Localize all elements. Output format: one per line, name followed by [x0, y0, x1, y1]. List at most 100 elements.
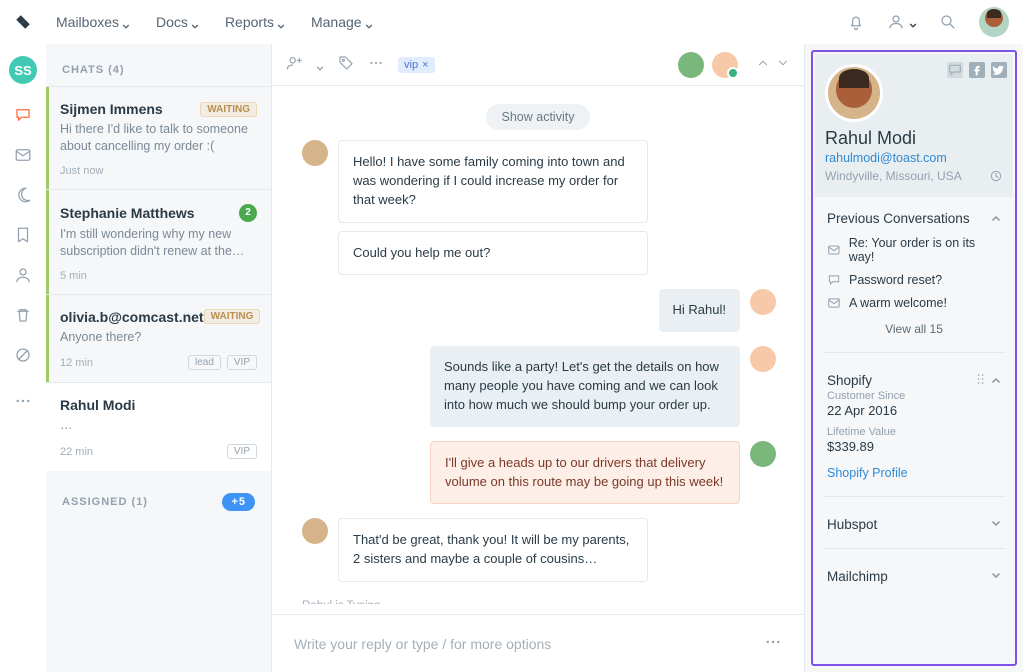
composer-more-icon[interactable]: [764, 633, 782, 654]
current-user-avatar[interactable]: [979, 7, 1009, 37]
shopify-profile-link[interactable]: Shopify Profile: [827, 466, 908, 480]
tag-icon[interactable]: [338, 55, 354, 74]
trash-icon[interactable]: [14, 306, 32, 324]
participant-avatar[interactable]: [678, 52, 704, 78]
tag-chip[interactable]: vip×: [398, 57, 435, 73]
chat-item[interactable]: olivia.b@comcast.netWAITING Anyone there…: [46, 294, 271, 383]
block-icon[interactable]: [14, 346, 32, 364]
facebook-icon[interactable]: [969, 62, 985, 78]
check-icon: [727, 67, 739, 79]
composer: [272, 615, 804, 672]
app-logo[interactable]: [14, 13, 32, 31]
panel-title[interactable]: Shopify: [827, 373, 1001, 388]
chat-item-active[interactable]: Rahul Modi … 22 minVIP: [46, 382, 271, 471]
chevron-down-icon: [991, 517, 1001, 532]
top-nav: Mailboxes Docs Reports Manage: [56, 14, 373, 30]
moon-icon[interactable]: [14, 186, 32, 204]
unread-count-badge: 2: [239, 204, 257, 222]
typing-indicator: Rahul is Typing…: [302, 600, 776, 604]
person-icon[interactable]: [14, 266, 32, 284]
workspace-avatar[interactable]: SS: [9, 56, 37, 84]
close-icon[interactable]: ×: [422, 59, 428, 71]
nav-reports[interactable]: Reports: [225, 14, 285, 30]
panel-title[interactable]: Previous Conversations: [827, 211, 1001, 226]
chevron-down-icon: [122, 18, 130, 26]
shopify-panel: Shopify Customer Since22 Apr 2016 Lifeti…: [815, 359, 1013, 490]
chevron-up-icon: [991, 211, 1001, 226]
conversation-toolbar: vip×: [272, 44, 804, 86]
customer-avatar-large: [825, 64, 883, 122]
message-bubble: Sounds like a party! Let's get the detai…: [430, 346, 740, 427]
notifications-icon[interactable]: [847, 13, 865, 31]
search-icon[interactable]: [939, 13, 957, 31]
chat-list-pane: CHATS (4) Sijmen ImmensWAITING Hi there …: [46, 44, 271, 672]
chat-list-header: CHATS (4): [46, 44, 271, 86]
internal-note-bubble: I'll give a heads up to our drivers that…: [430, 441, 740, 505]
chevron-down-icon: [277, 18, 285, 26]
chevron-up-icon: [991, 373, 1001, 388]
bookmark-icon[interactable]: [14, 226, 32, 244]
participants: [678, 52, 790, 78]
users-dropdown[interactable]: [887, 13, 917, 31]
nav-manage[interactable]: Manage: [311, 14, 373, 30]
customer-location: Windyville, Missouri, USA: [825, 169, 962, 183]
customer-since: Customer Since22 Apr 2016: [827, 390, 1001, 418]
message-bubble: Hello! I have some family coming into to…: [338, 140, 648, 223]
details-pane: Rahul Modi rahulmodi@toast.com Windyvill…: [804, 44, 1023, 672]
reply-input[interactable]: [294, 636, 764, 652]
topbar: Mailboxes Docs Reports Manage: [0, 0, 1023, 44]
inbox-icon[interactable]: [14, 146, 32, 164]
more-icon[interactable]: [14, 392, 32, 410]
agent-avatar: [750, 441, 776, 467]
chat-item[interactable]: Sijmen ImmensWAITING Hi there I'd like t…: [46, 86, 271, 189]
hubspot-panel[interactable]: Hubspot: [815, 503, 1013, 542]
show-activity-button[interactable]: Show activity: [486, 104, 591, 130]
nav-mailboxes[interactable]: Mailboxes: [56, 14, 130, 30]
more-icon[interactable]: [368, 55, 384, 74]
prev-convo-item[interactable]: Re: Your order is on its way!: [827, 236, 1001, 264]
view-all-link[interactable]: View all 15: [827, 322, 1001, 336]
customer-header: Rahul Modi rahulmodi@toast.com Windyvill…: [815, 54, 1013, 197]
chevron-down-icon[interactable]: [316, 61, 324, 69]
waiting-badge: WAITING: [204, 309, 261, 324]
previous-conversations-panel: Previous Conversations Re: Your order is…: [815, 197, 1013, 346]
clock-icon: [989, 169, 1003, 183]
agent-avatar: [750, 289, 776, 315]
users-icon: [887, 13, 905, 31]
chevron-down-icon: [191, 18, 199, 26]
lifetime-value: Lifetime Value$339.89: [827, 426, 1001, 454]
prev-convo-arrow[interactable]: [756, 56, 770, 73]
message-bubble: Could you help me out?: [338, 231, 648, 276]
chevron-down-icon: [991, 569, 1001, 584]
message-bubble: That'd be great, thank you! It will be m…: [338, 518, 648, 582]
customer-avatar: [302, 518, 328, 544]
app-body: SS CHATS (4) Sijmen ImmensWAITING Hi the…: [0, 44, 1023, 672]
chat-icon[interactable]: [947, 62, 963, 78]
prev-convo-item[interactable]: Password reset?: [827, 273, 1001, 287]
next-convo-arrow[interactable]: [776, 56, 790, 73]
assigned-plus-badge[interactable]: +5: [222, 493, 255, 511]
customer-email[interactable]: rahulmodi@toast.com: [825, 151, 947, 165]
chevron-down-icon: [909, 18, 917, 26]
assign-icon[interactable]: [286, 55, 302, 74]
message-thread: Hello! I have some family coming into to…: [272, 140, 804, 604]
customer-avatar: [302, 140, 328, 166]
chat-item[interactable]: Stephanie Matthews2 I'm still wondering …: [46, 189, 271, 294]
agent-avatar: [750, 346, 776, 372]
chevron-down-icon: [365, 18, 373, 26]
twitter-icon[interactable]: [991, 62, 1007, 78]
prev-convo-item[interactable]: A warm welcome!: [827, 296, 1001, 310]
drag-icon[interactable]: [977, 373, 985, 388]
participant-avatar[interactable]: [712, 52, 738, 78]
mailchimp-panel[interactable]: Mailchimp: [815, 555, 1013, 594]
nav-docs[interactable]: Docs: [156, 14, 199, 30]
chat-icon[interactable]: [14, 106, 32, 124]
waiting-badge: WAITING: [200, 102, 257, 117]
tag-badge: VIP: [227, 355, 257, 370]
social-links: [947, 62, 1007, 78]
left-rail: SS: [0, 44, 46, 672]
assigned-header: ASSIGNED (1) +5: [46, 471, 271, 511]
tag-badge: VIP: [227, 444, 257, 459]
topbar-right: [847, 7, 1009, 37]
message-bubble: Hi Rahul!: [659, 289, 740, 332]
